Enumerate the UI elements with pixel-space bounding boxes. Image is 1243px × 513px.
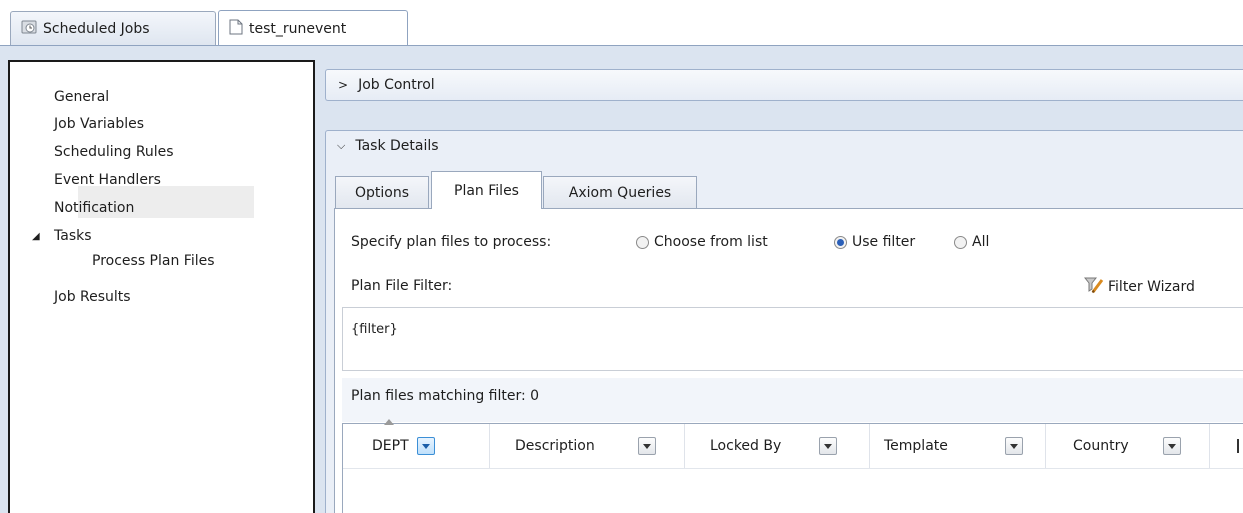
column-header-country[interactable]: Country: [1073, 424, 1129, 468]
task-details-header[interactable]: ⌵ Task Details: [325, 130, 1243, 162]
column-label: Template: [884, 438, 948, 454]
column-header-dept[interactable]: DEPT: [372, 424, 409, 468]
filter-input-value: {filter}: [351, 322, 398, 337]
tab-scheduled-jobs[interactable]: Scheduled Jobs: [10, 11, 216, 45]
country-filter-dropdown[interactable]: [1163, 437, 1181, 455]
tab-options[interactable]: Options: [335, 176, 429, 208]
nav-item-general[interactable]: General: [54, 88, 109, 106]
radio-label-use-filter[interactable]: Use filter: [852, 234, 915, 250]
nav-item-job-results[interactable]: Job Results: [54, 288, 131, 306]
document-icon: [229, 19, 243, 39]
chevron-down-icon: ⌵: [337, 139, 346, 152]
description-filter-dropdown[interactable]: [638, 437, 656, 455]
filter-wizard-icon: [1083, 276, 1104, 298]
filter-wizard-button[interactable]: Filter Wizard: [1083, 276, 1195, 298]
template-filter-dropdown[interactable]: [1005, 437, 1023, 455]
dept-filter-dropdown[interactable]: [417, 437, 435, 455]
tab-label: Scheduled Jobs: [43, 20, 150, 37]
filter-wizard-label: Filter Wizard: [1108, 279, 1195, 295]
job-control-header[interactable]: > Job Control: [325, 69, 1243, 101]
plan-file-filter-label: Plan File Filter:: [351, 278, 453, 294]
chevron-right-icon: >: [338, 78, 349, 92]
radio-use-filter[interactable]: [834, 236, 847, 249]
column-separator: [684, 424, 685, 468]
column-header-template[interactable]: Template: [884, 424, 948, 468]
matching-count-label: Plan files matching filter: 0: [351, 388, 540, 404]
expanded-triangle-icon[interactable]: ◢: [32, 231, 40, 242]
radio-label-all[interactable]: All: [972, 234, 989, 250]
tab-test-runevent[interactable]: test_runevent: [218, 10, 408, 46]
column-separator: [1209, 424, 1210, 468]
locked-by-filter-dropdown[interactable]: [819, 437, 837, 455]
column-label: Locked By: [710, 438, 782, 454]
column-header-locked-by[interactable]: Locked By: [710, 424, 781, 468]
tab-axiom-queries[interactable]: Axiom Queries: [543, 176, 697, 208]
column-separator: [1045, 424, 1046, 468]
nav-item-notification[interactable]: Notification: [54, 199, 134, 217]
section-title: Job Control: [358, 77, 435, 93]
column-separator: [869, 424, 870, 468]
tab-label: test_runevent: [249, 20, 347, 37]
plan-file-filter-input[interactable]: {filter}: [342, 307, 1243, 371]
nav-item-scheduling-rules[interactable]: Scheduling Rules: [54, 143, 174, 161]
column-header-clipped[interactable]: [1237, 424, 1243, 468]
radio-choose-from-list[interactable]: [636, 236, 649, 249]
nav-item-event-handlers[interactable]: Event Handlers: [54, 171, 161, 189]
nav-item-job-variables[interactable]: Job Variables: [54, 115, 144, 133]
radio-all[interactable]: [954, 236, 967, 249]
column-header-description[interactable]: Description: [515, 424, 595, 468]
specify-plan-files-label: Specify plan files to process:: [351, 234, 552, 250]
radio-label-choose-from-list[interactable]: Choose from list: [654, 234, 768, 250]
tab-plan-files[interactable]: Plan Files: [431, 171, 542, 209]
column-label: Country: [1073, 438, 1129, 454]
section-title: Task Details: [355, 138, 439, 154]
nav-item-process-plan-files[interactable]: Process Plan Files: [92, 252, 215, 270]
column-label: DEPT: [372, 438, 409, 454]
column-label: Description: [515, 438, 595, 454]
column-separator: [489, 424, 490, 468]
scheduled-jobs-icon: [21, 19, 37, 39]
nav-item-tasks[interactable]: Tasks: [54, 227, 92, 245]
sort-ascending-icon: [384, 419, 394, 425]
